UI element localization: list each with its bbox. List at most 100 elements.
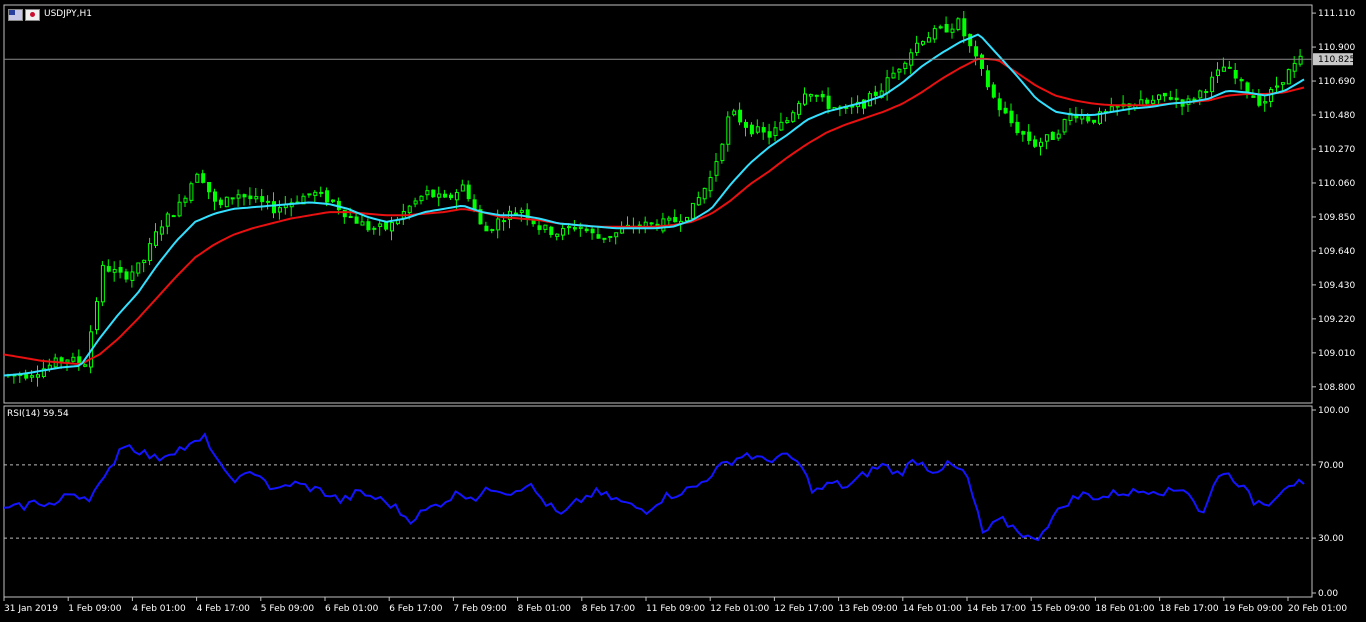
slow-moving-average-line (3, 57, 1305, 366)
candle-body (130, 271, 135, 281)
price-axis-label: 110.270 (1318, 145, 1355, 155)
candle-body (1151, 99, 1156, 104)
price-axis-label: 109.010 (1318, 349, 1355, 359)
time-axis-label: 20 Feb 01:00 (1288, 604, 1347, 614)
us-flag-icon (8, 9, 23, 21)
candle-body (230, 197, 235, 200)
candle-body (702, 187, 707, 200)
candle-body (1015, 121, 1020, 134)
candle-body (354, 216, 359, 224)
candle-body (1092, 119, 1097, 123)
candle-body (36, 374, 40, 378)
candle-body (1009, 110, 1014, 124)
candle-body (460, 184, 465, 192)
chart-canvas[interactable]: 111.110 110.900 110.690 110.480 110.270 110.0… (0, 0, 1366, 619)
candle-body (277, 207, 282, 213)
candle-body (224, 196, 229, 208)
candle-body (65, 359, 70, 363)
price-axis-label: 110.060 (1318, 179, 1355, 189)
candle-body (100, 264, 105, 303)
price-axis-label: 110.900 (1318, 43, 1355, 53)
candle-body (71, 356, 76, 362)
candle-body (755, 126, 760, 133)
candle-body (685, 216, 689, 222)
candle-body (425, 190, 430, 196)
candle-body (808, 93, 813, 97)
candle-body (372, 227, 377, 230)
candle-body (596, 234, 601, 239)
time-axis-label: 4 Feb 01:00 (132, 604, 186, 614)
candle-body (319, 191, 324, 194)
price-axis-label: 109.430 (1318, 281, 1355, 291)
candle-body (30, 375, 35, 378)
candle-body (159, 226, 164, 235)
candle-body (543, 224, 548, 230)
candle-body (932, 28, 937, 40)
candle-body (1286, 69, 1291, 85)
candle-body (549, 226, 554, 235)
candle-body (177, 201, 182, 217)
candle-body (207, 182, 212, 193)
price-axis-label: 109.640 (1318, 247, 1355, 257)
candle-body (325, 190, 330, 203)
rsi-axis-label: 0.00 (1318, 589, 1338, 599)
candle-body (95, 301, 99, 331)
candle-body (142, 259, 147, 264)
candle-body (1227, 66, 1232, 69)
time-axis-label: 8 Feb 01:00 (518, 604, 572, 614)
price-axis-label: 109.850 (1318, 213, 1355, 223)
candle-body (667, 217, 672, 221)
candle-body (1003, 107, 1008, 114)
candle-body (572, 227, 577, 230)
candle-body (313, 191, 318, 196)
candle-body (767, 131, 772, 138)
candle-body (620, 228, 625, 234)
rsi-panel-frame (3, 405, 1313, 598)
candle-body (921, 41, 925, 45)
candle-body (449, 194, 453, 199)
candle-body (561, 228, 566, 236)
time-axis-label: 6 Feb 01:00 (325, 604, 379, 614)
candle-body (360, 221, 365, 226)
candle-body (578, 226, 583, 229)
candle-body (1145, 99, 1150, 104)
candle-body (1033, 139, 1038, 147)
candle-body (1292, 62, 1297, 72)
candle-body (83, 364, 88, 367)
candle-body (154, 231, 158, 246)
candle-body (413, 200, 418, 205)
candle-body (673, 217, 678, 223)
candle-body (1044, 134, 1049, 142)
candle-body (915, 42, 920, 54)
candle-body (124, 271, 129, 280)
candle-body (873, 91, 878, 96)
candle-body (944, 23, 949, 33)
candle-body (496, 218, 501, 231)
candle-body (761, 127, 766, 133)
time-axis-label: 18 Feb 17:00 (1160, 604, 1219, 614)
candle-body (59, 357, 64, 362)
candle-body (1263, 101, 1268, 104)
candle-body (826, 95, 831, 109)
candle-body (490, 229, 495, 232)
candle-body (690, 202, 695, 219)
candle-body (567, 226, 571, 229)
candle-body (112, 269, 117, 273)
candle-body (991, 84, 996, 98)
candle-body (897, 68, 902, 73)
trading-chart[interactable]: 111.110 110.900 110.690 110.480 110.270 110.0… (0, 0, 1366, 619)
candle-body (891, 72, 896, 79)
candle-body (1257, 95, 1262, 106)
candle-body (980, 54, 984, 69)
candle-body (1139, 99, 1144, 106)
candle-body (814, 94, 819, 97)
candle-body (266, 200, 271, 203)
candle-body (183, 197, 188, 203)
time-axis-label: 14 Feb 17:00 (967, 604, 1026, 614)
candle-body (803, 93, 807, 105)
candle-body (118, 266, 123, 273)
candle-body (390, 222, 394, 232)
time-axis-label: 12 Feb 01:00 (710, 604, 769, 614)
candles-group (6, 10, 1303, 387)
candle-body (903, 62, 908, 69)
